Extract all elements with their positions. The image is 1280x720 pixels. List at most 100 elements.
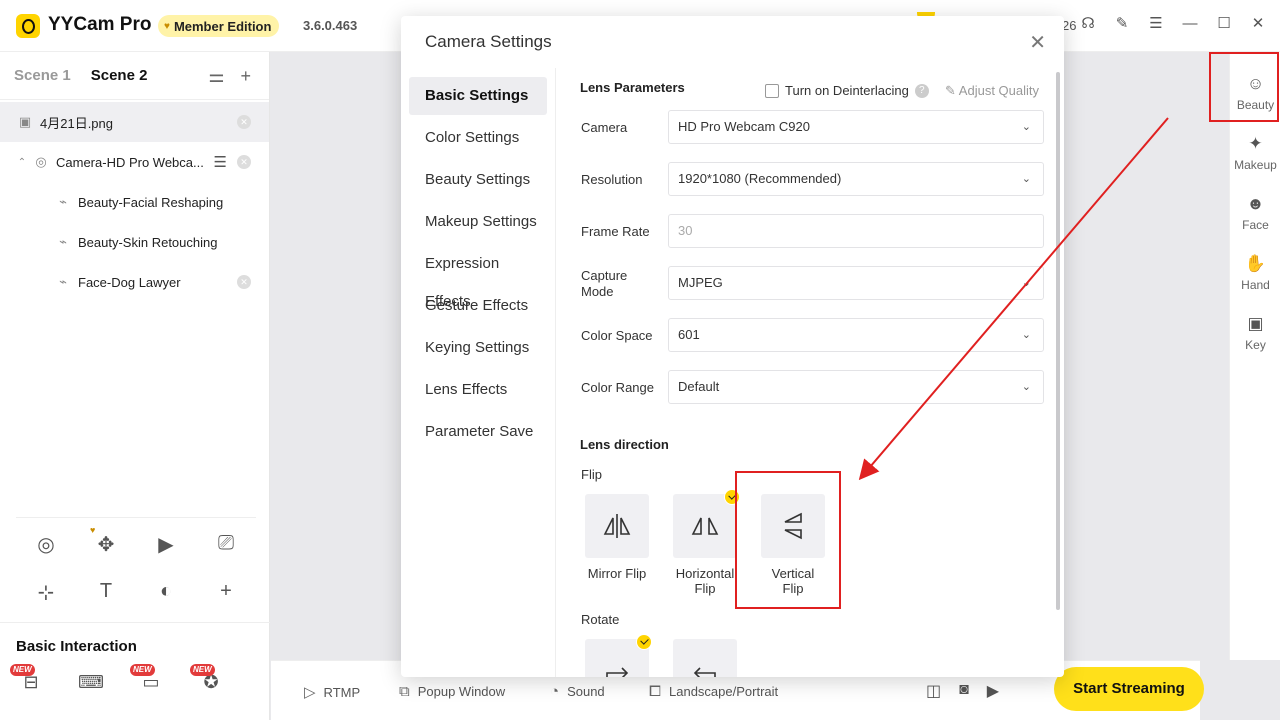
color-range-select[interactable]: Default ⌄ [668, 370, 1044, 404]
split-view-icon[interactable]: ◫ [926, 681, 941, 701]
sound-button[interactable]: ◔ Sound [550, 683, 605, 700]
orientation-icon: ⧠ [649, 683, 662, 700]
hand-icon: ✋ [1244, 254, 1267, 273]
remove-icon[interactable]: ✕ [237, 155, 251, 169]
nav-gesture-effects[interactable]: Gesture Effects [409, 287, 547, 325]
add-scene-icon[interactable]: + [240, 66, 251, 87]
settings-nav: Basic Settings Color Settings Beauty Set… [401, 68, 556, 677]
frame-rate-field: 30 [668, 214, 1044, 248]
help-icon[interactable]: ? [914, 83, 929, 98]
remove-icon[interactable]: ✕ [237, 275, 251, 289]
nav-basic-settings[interactable]: Basic Settings [409, 77, 547, 115]
headset-icon[interactable]: ☊ [1080, 14, 1096, 32]
sticker-icon[interactable]: ◐ [136, 580, 196, 606]
award-icon[interactable]: NEW ✪ [190, 664, 224, 698]
dialog-title: Camera Settings [425, 32, 552, 51]
rtmp-button[interactable]: ▷ RTMP [304, 683, 360, 701]
minimize-icon[interactable]: — [1182, 15, 1198, 32]
camera-settings-dialog: Camera Settings ✕ Basic Settings Color S… [401, 16, 1064, 677]
nav-beauty-settings[interactable]: Beauty Settings [409, 161, 547, 199]
maximize-icon[interactable]: ☐ [1216, 14, 1232, 32]
resolution-select[interactable]: 1920*1080 (Recommended) ⌄ [668, 162, 1044, 196]
deinterlace-checkbox[interactable] [765, 83, 779, 98]
text-icon[interactable]: T [76, 580, 136, 606]
nav-makeup-settings[interactable]: Makeup Settings [409, 203, 547, 241]
gift-icon[interactable]: NEW ⊟ [10, 664, 44, 698]
popup-window-button[interactable]: ⧉ Popup Window [399, 683, 505, 700]
start-streaming-button[interactable]: Start Streaming [1054, 667, 1204, 711]
sidebar-item-face[interactable]: ☻ Face [1230, 194, 1280, 232]
video-icon[interactable]: ▶ [136, 532, 196, 558]
puzzle-icon[interactable]: ♥ ✥ [76, 525, 136, 558]
gem-icon: ♥ [90, 525, 96, 535]
nav-keying-settings[interactable]: Keying Settings [409, 329, 547, 367]
menu-icon[interactable]: ☰ [214, 153, 227, 171]
close-window-icon[interactable]: ✕ [1250, 14, 1266, 32]
camera-source-icon[interactable]: ◎ [16, 532, 76, 558]
field-label: Frame Rate [581, 224, 650, 239]
sidebar-item-key[interactable]: ▣ Key [1230, 314, 1280, 352]
nav-lens-effects[interactable]: Lens Effects [409, 371, 547, 409]
keyboard-icon[interactable]: ⌨ [78, 672, 104, 698]
nav-expression-effects[interactable]: Expression Effects [409, 245, 547, 310]
list-item[interactable]: ▣ 4月21日.png ✕ [0, 102, 269, 142]
menu-icon[interactable]: ☰ [1148, 14, 1164, 32]
adjust-quality-link[interactable]: ✎ Adjust Quality [945, 83, 1039, 99]
basic-interaction-title: Basic Interaction [16, 638, 137, 655]
sidebar-item-hand[interactable]: ✋ Hand [1230, 254, 1280, 292]
collapse-icon[interactable]: ⌃ [16, 157, 28, 168]
resolution-value: 1920*1080 (Recommended) [678, 171, 842, 186]
sidebar-label: Face [1242, 218, 1269, 232]
sidebar-label: Makeup [1234, 158, 1277, 172]
orientation-button[interactable]: ⧠ Landscape/Portrait [649, 683, 778, 700]
deinterlace-label: Turn on Deinterlacing [785, 83, 909, 98]
sidebar-label: Key [1245, 338, 1266, 352]
remove-icon[interactable]: ✕ [237, 115, 251, 129]
list-item[interactable]: ⌁ Beauty-Skin Retouching [0, 222, 269, 262]
app-logo-icon [16, 14, 40, 38]
tab-scene-1[interactable]: Scene 1 [14, 67, 71, 84]
sound-icon: ◔ [550, 683, 560, 700]
horizontal-flip-icon [691, 517, 719, 535]
divider [0, 622, 270, 623]
screen-cast-icon[interactable]: ⎚ [196, 532, 256, 558]
capture-mode-select[interactable]: MJPEG ⌄ [668, 266, 1044, 300]
adjust-quality-label: Adjust Quality [958, 83, 1039, 98]
mirror-flip-button[interactable] [585, 494, 649, 558]
record-icon[interactable]: ▶ [987, 681, 999, 701]
new-badge: NEW [130, 664, 155, 676]
sound-label: Sound [567, 684, 605, 699]
tab-scene-2[interactable]: Scene 2 [91, 67, 148, 84]
camera-select[interactable]: HD Pro Webcam C920 ⌄ [668, 110, 1044, 144]
camera-icon: ◎ [35, 154, 47, 169]
add-source-icon[interactable]: + [196, 580, 256, 606]
rotate-left-button[interactable] [673, 639, 737, 677]
field-label: Color Range [581, 380, 654, 395]
sidebar-item-makeup[interactable]: ✦ Makeup [1230, 134, 1280, 172]
close-icon[interactable]: ✕ [1029, 30, 1046, 55]
list-item[interactable]: ⌁ Beauty-Facial Reshaping [0, 182, 269, 222]
dialog-scrollbar[interactable] [1056, 72, 1060, 610]
member-edition-badge[interactable]: ♥ Member Edition [158, 15, 280, 37]
deinterlace-option[interactable]: Turn on Deinterlacing ? [765, 83, 929, 98]
color-space-select[interactable]: 601 ⌄ [668, 318, 1044, 352]
popup-label: Popup Window [417, 684, 506, 699]
nav-color-settings[interactable]: Color Settings [409, 119, 547, 157]
effect-icon: ⌁ [59, 194, 67, 209]
mirror-flip-icon [603, 514, 631, 538]
lens-direction-title: Lens direction [580, 437, 669, 452]
bottom-right-tools: ◫ ◙ ▶ [926, 681, 999, 701]
feedback-icon[interactable]: ✎ [1114, 14, 1130, 32]
capture-region-icon[interactable]: ⊹ [16, 580, 76, 606]
list-item[interactable]: ⌁ Face-Dog Lawyer ✕ [0, 262, 269, 302]
snapshot-icon[interactable]: ◙ [959, 681, 969, 701]
rtmp-icon: ▷ [304, 684, 316, 701]
field-label: Capture Mode [581, 268, 628, 299]
adjust-icon[interactable]: ⚌ [208, 66, 224, 87]
effect-icon: ⌁ [59, 274, 67, 289]
nav-parameter-save[interactable]: Parameter Save [409, 413, 547, 451]
right-sidebar: ☺ Beauty ✦ Makeup ☻ Face ✋ Hand ▣ Key [1229, 52, 1280, 660]
devices-icon[interactable]: NEW ▭ [130, 664, 164, 698]
list-item[interactable]: ⌃ ◎ Camera-HD Pro Webca... ☰ ✕ [0, 142, 269, 182]
chevron-down-icon: ⌄ [1021, 277, 1031, 289]
